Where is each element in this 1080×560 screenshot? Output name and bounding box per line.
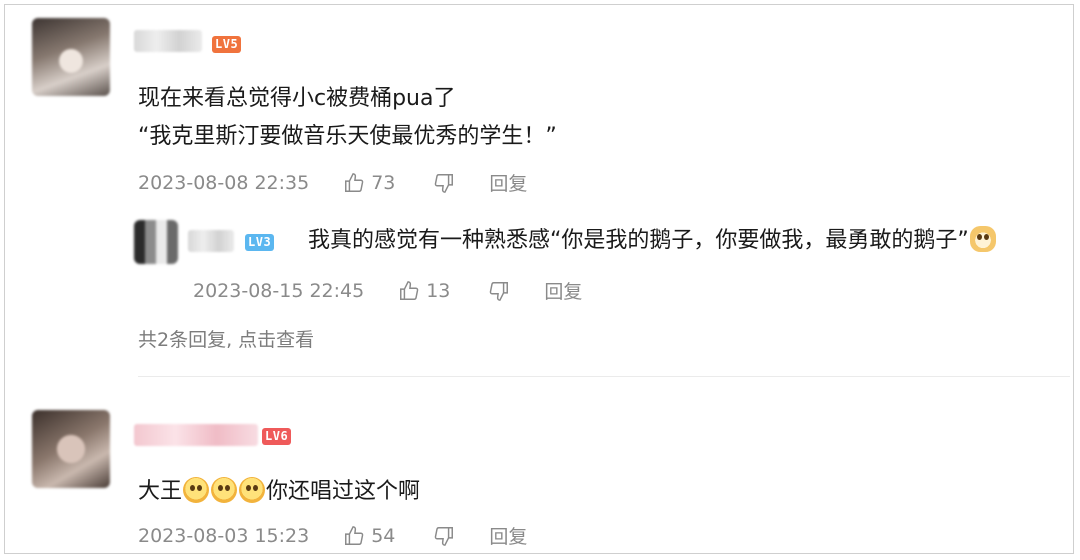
reply-button[interactable]: 回复 [489,522,527,549]
thumbs-down-icon[interactable] [433,525,455,547]
level-badge: LV6 [262,428,292,445]
comment-text: 大王 你还唱过这个啊 [138,477,420,507]
like-count: 13 [426,279,451,302]
timestamp: 2023-08-15 22:45 [193,279,365,302]
view-more-replies-link[interactable]: 共2条回复, 点击查看 [138,325,314,352]
thumbs-down-icon[interactable] [433,172,455,194]
username-blurred[interactable] [134,30,202,52]
comment-meta: 2023-08-08 22:35 73 回复 [138,169,527,196]
thumbs-up-icon[interactable] [398,280,420,302]
comment-text-prefix: 大王 [138,479,183,504]
doge-emoji-icon [969,226,996,252]
comment-text-suffix: 你还唱过这个啊 [266,479,421,504]
username-blurred[interactable] [188,230,234,252]
reply-text: 我真的感觉有一种熟悉感“你是我的鹅子，你要做我，最勇敢的鹅子” [308,226,997,256]
divider [138,376,1070,377]
thumbs-down-icon[interactable] [488,280,510,302]
thumbs-up-icon[interactable] [343,172,365,194]
comment-text-line: 现在来看总觉得小c被费桶pua了 [138,86,456,111]
level-badge: LV3 [245,234,275,251]
reply-button[interactable]: 回复 [489,169,527,196]
avatar[interactable] [32,18,110,96]
comment-meta: 2023-08-03 15:23 54 回复 [138,522,527,549]
thumbs-up-icon[interactable] [343,525,365,547]
like-count: 73 [371,171,396,194]
avatar[interactable] [32,410,110,488]
comment-text-line: “我克里斯汀要做音乐天使最优秀的学生！” [138,124,557,149]
timestamp: 2023-08-08 22:35 [138,171,310,194]
astonished-face-icon [211,477,238,503]
avatar[interactable] [134,220,178,264]
username-blurred[interactable] [134,424,258,446]
astonished-face-icon [183,477,210,503]
reply-button[interactable]: 回复 [544,277,582,304]
reply-meta: 2023-08-15 22:45 13 回复 [193,277,582,304]
level-badge: LV5 [212,36,242,53]
astonished-face-icon [239,477,266,503]
timestamp: 2023-08-03 15:23 [138,524,310,547]
like-count: 54 [371,524,396,547]
reply-text-content: 我真的感觉有一种熟悉感“你是我的鹅子，你要做我，最勇敢的鹅子” [308,228,969,253]
